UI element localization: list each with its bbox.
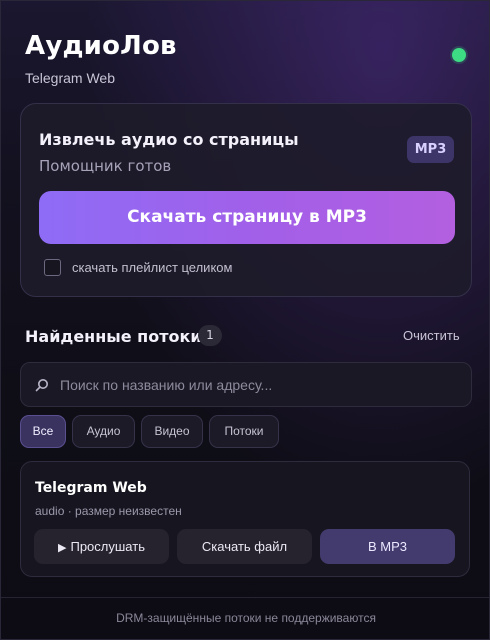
listen-button-label: Прослушать bbox=[70, 539, 145, 554]
playlist-checkbox-label[interactable]: скачать плейлист целиком bbox=[72, 260, 232, 275]
extension-popup: АудиоЛов Telegram Web Извлечь аудио со с… bbox=[0, 0, 490, 640]
stream-meta: audio · размер неизвестен bbox=[35, 504, 182, 518]
format-badge: MP3 bbox=[407, 136, 454, 163]
playlist-checkbox[interactable] bbox=[44, 259, 61, 276]
stream-title: Telegram Web bbox=[35, 480, 147, 496]
filter-chip-audio[interactable]: Аудио bbox=[72, 415, 135, 448]
clear-button[interactable]: Очистить bbox=[403, 328, 460, 343]
search-box bbox=[20, 362, 472, 407]
stream-item: Telegram Web audio · размер неизвестен ▶… bbox=[20, 461, 470, 577]
download-file-button[interactable]: Скачать файл bbox=[177, 529, 312, 564]
helper-status: Помощник готов bbox=[39, 157, 172, 175]
page-source-label: Telegram Web bbox=[25, 70, 116, 86]
status-indicator-icon bbox=[452, 48, 466, 62]
play-icon: ▶ bbox=[58, 542, 67, 554]
listen-button[interactable]: ▶ Прослушать bbox=[34, 529, 169, 564]
header: АудиоЛов Telegram Web bbox=[1, 1, 489, 101]
streams-section-title: Найденные потоки bbox=[25, 327, 202, 346]
download-page-mp3-button[interactable]: Скачать страницу в MP3 bbox=[39, 191, 455, 244]
filter-chip-video[interactable]: Видео bbox=[141, 415, 203, 448]
app-title: АудиоЛов bbox=[25, 31, 177, 61]
footer-note: DRM-защищённые потоки не поддерживаются bbox=[1, 597, 489, 639]
streams-count-badge: 1 bbox=[198, 325, 222, 346]
convert-mp3-button[interactable]: В MP3 bbox=[320, 529, 455, 564]
filter-chip-streams[interactable]: Потоки bbox=[209, 415, 279, 448]
extract-card-title: Извлечь аудио со страницы bbox=[39, 130, 299, 149]
extract-card: Извлечь аудио со страницы Помощник готов… bbox=[20, 103, 472, 297]
search-icon bbox=[35, 379, 48, 392]
search-input[interactable] bbox=[60, 364, 460, 405]
filter-chip-all[interactable]: Все bbox=[20, 415, 66, 448]
